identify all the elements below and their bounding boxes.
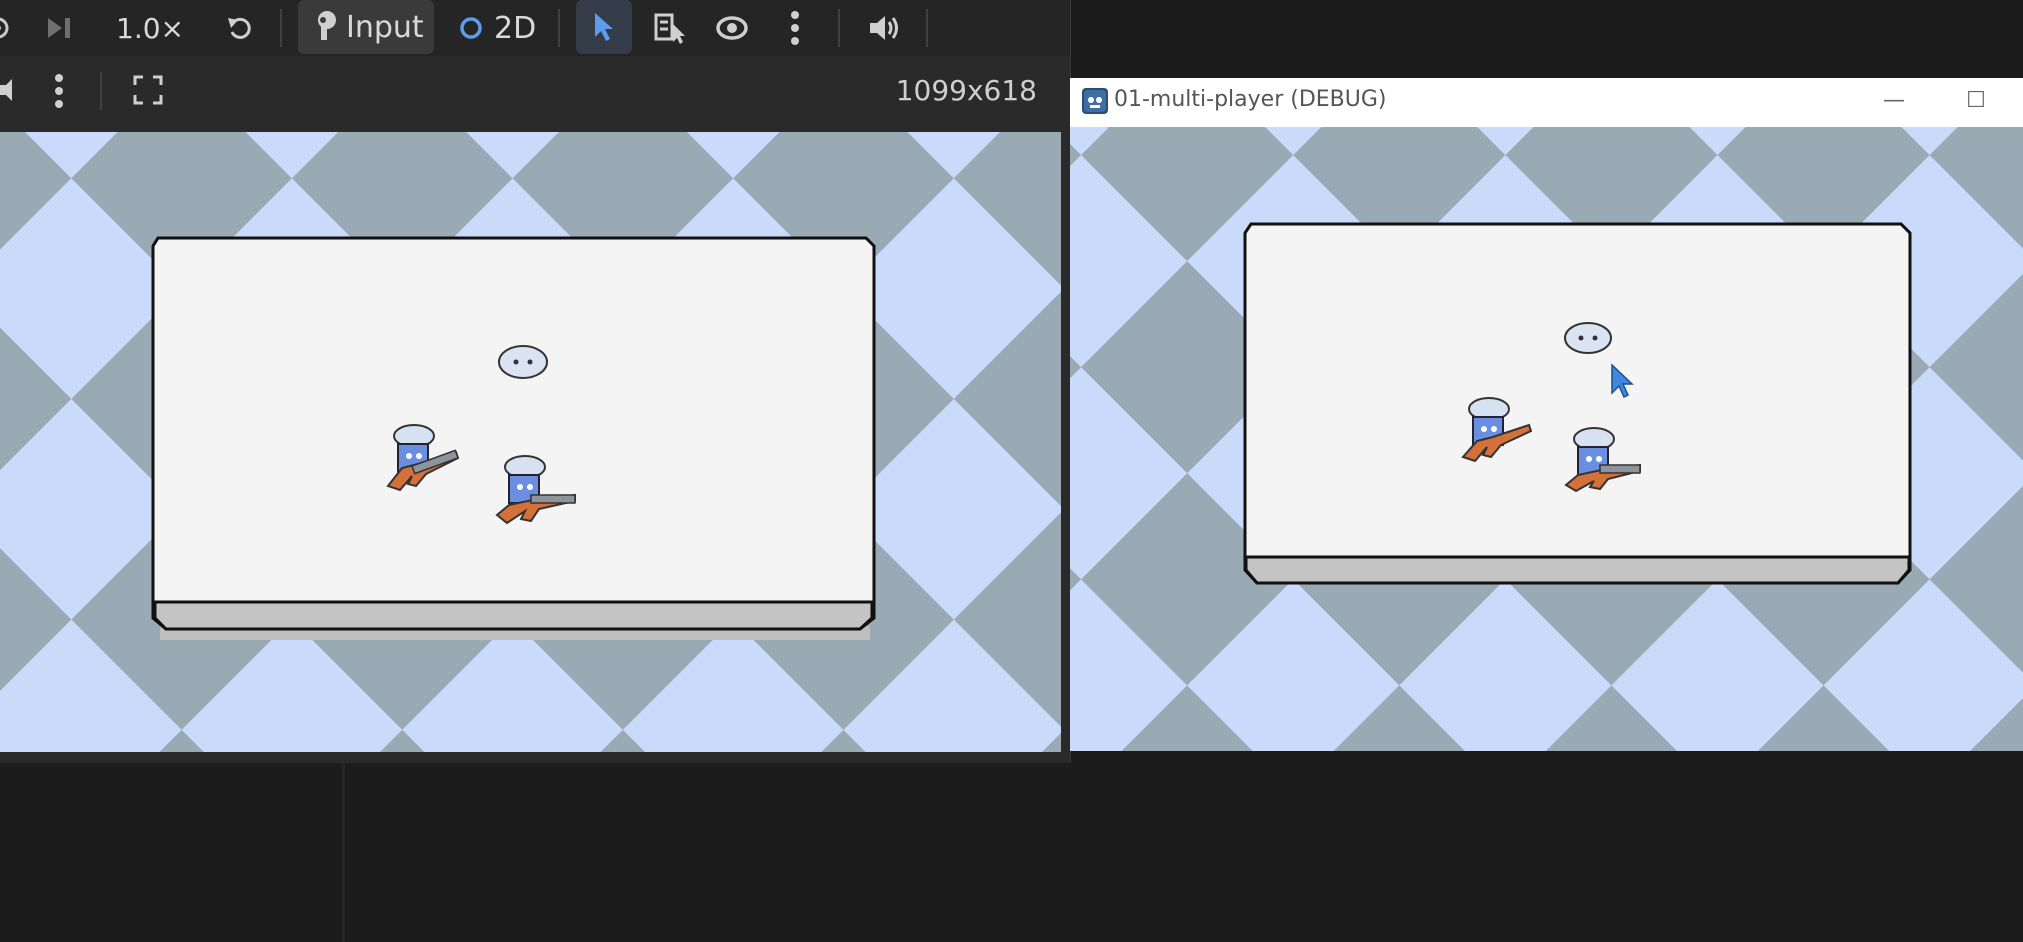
reset-speed-icon[interactable]	[220, 8, 260, 48]
select-cursor-icon	[588, 8, 622, 46]
arena-platform	[151, 236, 876, 640]
2d-mode-button[interactable]: 2D	[494, 6, 536, 50]
camera-icon[interactable]	[0, 70, 16, 110]
separator	[838, 9, 840, 47]
arena-platform	[1243, 222, 1912, 585]
2d-mode-icon	[456, 10, 486, 46]
checker-background	[0, 132, 1061, 752]
ghost-sprite	[1564, 322, 1612, 354]
eye-icon[interactable]	[712, 8, 752, 48]
godot-icon	[1082, 88, 1108, 114]
game-viewport[interactable]	[1070, 127, 2023, 751]
separator	[926, 9, 928, 47]
separator	[100, 72, 102, 110]
window-title: 01-multi-player (DEBUG)	[1114, 87, 1387, 112]
step-frame-icon[interactable]	[42, 8, 76, 48]
speed-label[interactable]: 1.0×	[110, 6, 190, 50]
input-toggle-button[interactable]: Input	[298, 0, 434, 54]
window-title-bar[interactable]: 01-multi-player (DEBUG) — ☐	[1070, 78, 2023, 127]
minimize-button[interactable]: —	[1874, 86, 1914, 116]
viewport-size-label: 1099x618	[895, 74, 1037, 107]
separator	[558, 9, 560, 47]
joystick-icon	[312, 8, 340, 46]
more-options-icon[interactable]	[780, 6, 810, 50]
fullscreen-icon[interactable]	[128, 70, 168, 110]
debug-game-window[interactable]: 01-multi-player (DEBUG) — ☐	[1070, 78, 2023, 751]
ghost-sprite	[498, 345, 548, 379]
game-toolbar: 1.0× Input 2D	[0, 0, 1070, 56]
pause-icon[interactable]	[0, 8, 16, 48]
separator	[280, 9, 282, 47]
embedded-game-viewport[interactable]	[0, 132, 1061, 752]
bottom-dock-panel	[0, 763, 2023, 942]
input-label: Input	[346, 9, 424, 45]
list-select-icon[interactable]	[650, 8, 690, 48]
maximize-button[interactable]: ☐	[1956, 86, 1996, 116]
speaker-icon[interactable]	[864, 8, 904, 48]
viewport-options-icon[interactable]	[44, 68, 74, 114]
dock-divider[interactable]	[342, 763, 345, 942]
select-tool-button[interactable]	[576, 0, 632, 54]
editor-panel: 1.0× Input 2D 1099x618	[0, 0, 1071, 763]
checker-background	[1070, 127, 2023, 751]
